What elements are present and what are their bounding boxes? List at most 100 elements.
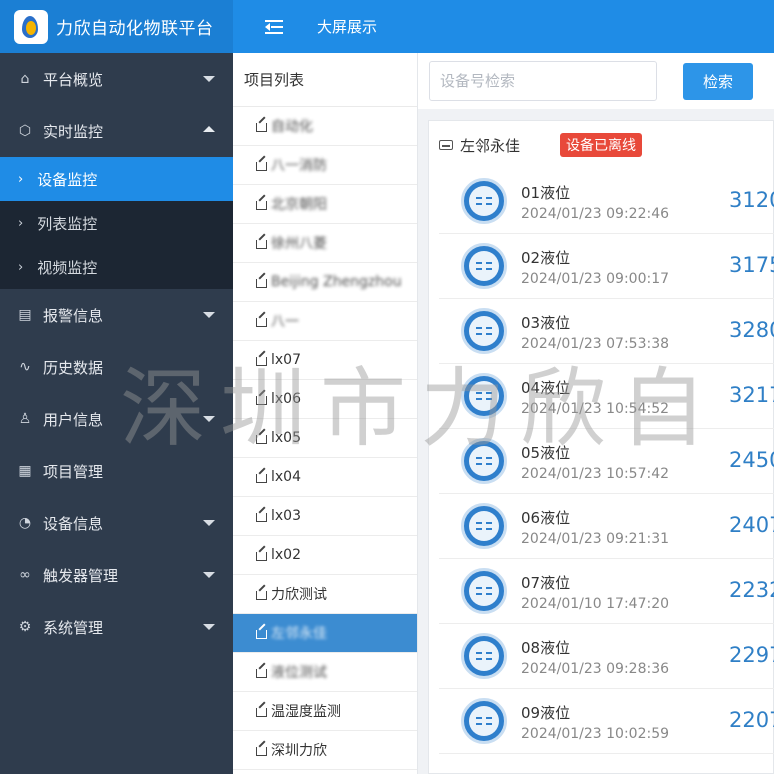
project-list-item[interactable]: Beijing Zhengzhou	[233, 263, 417, 302]
sidebar-item-label: 用户信息	[43, 410, 104, 429]
project-name: 左邻永佳	[460, 136, 521, 155]
sidebar-item-label: 设备信息	[43, 514, 104, 533]
big-screen-link[interactable]: 大屏展示	[317, 16, 377, 37]
device-timestamp: 2024/01/10 17:47:20	[521, 596, 670, 612]
submenu-item[interactable]: › 设备监控	[0, 157, 233, 201]
device-row[interactable]: 02液位 2024/01/23 09:00:17 3175	[439, 234, 774, 299]
chevron-down-icon	[203, 416, 215, 422]
project-name: 左邻永佳	[271, 626, 327, 642]
submenu-item-label: 视频监控	[37, 258, 98, 277]
project-list-item[interactable]: 力欣测试	[233, 575, 417, 614]
project-list-item[interactable]: 深圳力欣	[233, 731, 417, 770]
project-list-item[interactable]: 温湿度监测	[233, 692, 417, 731]
search-button[interactable]: 检索	[683, 62, 753, 100]
edit-icon	[255, 159, 267, 171]
sidebar-item-device[interactable]: ◔ 设备信息	[0, 497, 233, 549]
device-name: 01液位	[521, 184, 571, 202]
device-timestamp: 2024/01/23 09:21:31	[521, 531, 670, 547]
edit-icon	[255, 471, 267, 483]
grid-icon: ▦	[18, 463, 32, 479]
project-name: 八一	[271, 314, 299, 330]
sidebar-item-label: 历史数据	[43, 358, 104, 377]
sidebar-item-home[interactable]: ⌂ 平台概览	[0, 53, 233, 105]
project-list-item[interactable]: 徐州八菱	[233, 224, 417, 263]
sidebar-item-label: 系统管理	[43, 618, 104, 637]
submenu-item[interactable]: › 列表监控	[0, 201, 233, 245]
device-row[interactable]: 09液位 2024/01/23 10:02:59 2207	[439, 689, 774, 754]
edit-icon	[255, 744, 267, 756]
sidebar-item-label: 实时监控	[43, 122, 104, 141]
project-list-title: 项目列表	[233, 53, 417, 107]
project-list-item[interactable]: 左邻永佳	[233, 614, 417, 653]
project-name: lx07	[271, 352, 301, 368]
sidebar-item-label: 报警信息	[43, 306, 104, 325]
edit-icon	[255, 237, 267, 249]
search-bar: 检索	[418, 53, 774, 109]
top-bar: 力欣自动化物联平台 大屏展示	[0, 0, 774, 53]
device-timestamp: 2024/01/23 09:00:17	[521, 271, 670, 287]
device-value: 3120	[729, 188, 774, 212]
project-list-item[interactable]: lx03	[233, 497, 417, 536]
device-row[interactable]: 07液位 2024/01/10 17:47:20 2232	[439, 559, 774, 624]
device-name: 02液位	[521, 249, 571, 267]
chevron-up-icon	[203, 126, 215, 132]
project-list-item[interactable]: lx06	[233, 380, 417, 419]
chevron-down-icon	[203, 624, 215, 630]
project-list-item[interactable]: 八一消防	[233, 146, 417, 185]
sidebar-item-link[interactable]: ∞ 触发器管理	[0, 549, 233, 601]
chevron-down-icon	[203, 520, 215, 526]
project-list-item[interactable]: 自动化	[233, 107, 417, 146]
edit-icon	[255, 198, 267, 210]
project-list-item[interactable]: 液位测试	[233, 653, 417, 692]
sidebar-item-gear[interactable]: ⚙ 系统管理	[0, 601, 233, 653]
device-row[interactable]: 04液位 2024/01/23 10:54:52 3217	[439, 364, 774, 429]
liquid-level-icon	[461, 178, 507, 224]
device-name: 09液位	[521, 704, 571, 722]
chevron-right-icon: ›	[18, 171, 24, 187]
device-value: 3280	[729, 318, 774, 342]
project-list-item[interactable]: lx05	[233, 419, 417, 458]
menu-collapse-icon[interactable]	[265, 19, 283, 34]
device-row[interactable]: 06液位 2024/01/23 09:21:31 2407	[439, 494, 774, 559]
sidebar-item-pulse[interactable]: ∿ 历史数据	[0, 341, 233, 393]
submenu-item[interactable]: › 视频监控	[0, 245, 233, 289]
project-name: 徐州八菱	[271, 236, 327, 252]
device-row[interactable]: 01液位 2024/01/23 09:22:46 3120	[439, 169, 774, 234]
edit-icon	[255, 666, 267, 678]
liquid-level-icon	[461, 243, 507, 289]
device-timestamp: 2024/01/23 10:54:52	[521, 401, 670, 417]
device-row[interactable]: 08液位 2024/01/23 09:28:36 2297	[439, 624, 774, 689]
edit-icon	[255, 510, 267, 522]
device-name: 06液位	[521, 509, 571, 527]
liquid-level-icon	[461, 438, 507, 484]
device-name: 07液位	[521, 574, 571, 592]
sidebar-item-label: 触发器管理	[43, 566, 119, 585]
device-row[interactable]: 05液位 2024/01/23 10:57:42 2450	[439, 429, 774, 494]
device-row[interactable]: 03液位 2024/01/23 07:53:38 3280	[439, 299, 774, 364]
sidebar-item-label: 项目管理	[43, 462, 104, 481]
brand: 力欣自动化物联平台	[0, 0, 233, 53]
device-timestamp: 2024/01/23 07:53:38	[521, 336, 670, 352]
project-name: 八一消防	[271, 158, 327, 174]
edit-icon	[255, 354, 267, 366]
chevron-down-icon	[203, 312, 215, 318]
project-list-item[interactable]: lx07	[233, 341, 417, 380]
device-value: 2407	[729, 513, 774, 537]
chevron-right-icon: ›	[18, 259, 24, 275]
sidebar-item-grid[interactable]: ▦ 项目管理	[0, 445, 233, 497]
sidebar-item-alarm[interactable]: ▤ 报警信息	[0, 289, 233, 341]
project-list-item[interactable]: 八一	[233, 302, 417, 341]
project-list-item[interactable]: lx02	[233, 536, 417, 575]
device-timestamp: 2024/01/23 09:28:36	[521, 661, 670, 677]
sidebar-item-user[interactable]: ♙ 用户信息	[0, 393, 233, 445]
project-list-item[interactable]: 北京朝阳	[233, 185, 417, 224]
device-value: 3217	[729, 383, 774, 407]
device-search-input[interactable]	[429, 61, 657, 101]
submenu-item-label: 设备监控	[37, 170, 98, 189]
sidebar-item-cube[interactable]: ⬡ 实时监控	[0, 105, 233, 157]
device-info: 08液位 2024/01/23 09:28:36	[521, 637, 669, 677]
edit-icon	[255, 120, 267, 132]
chevron-right-icon: ›	[18, 215, 24, 231]
project-list-item[interactable]: lx04	[233, 458, 417, 497]
device-name: 08液位	[521, 639, 571, 657]
